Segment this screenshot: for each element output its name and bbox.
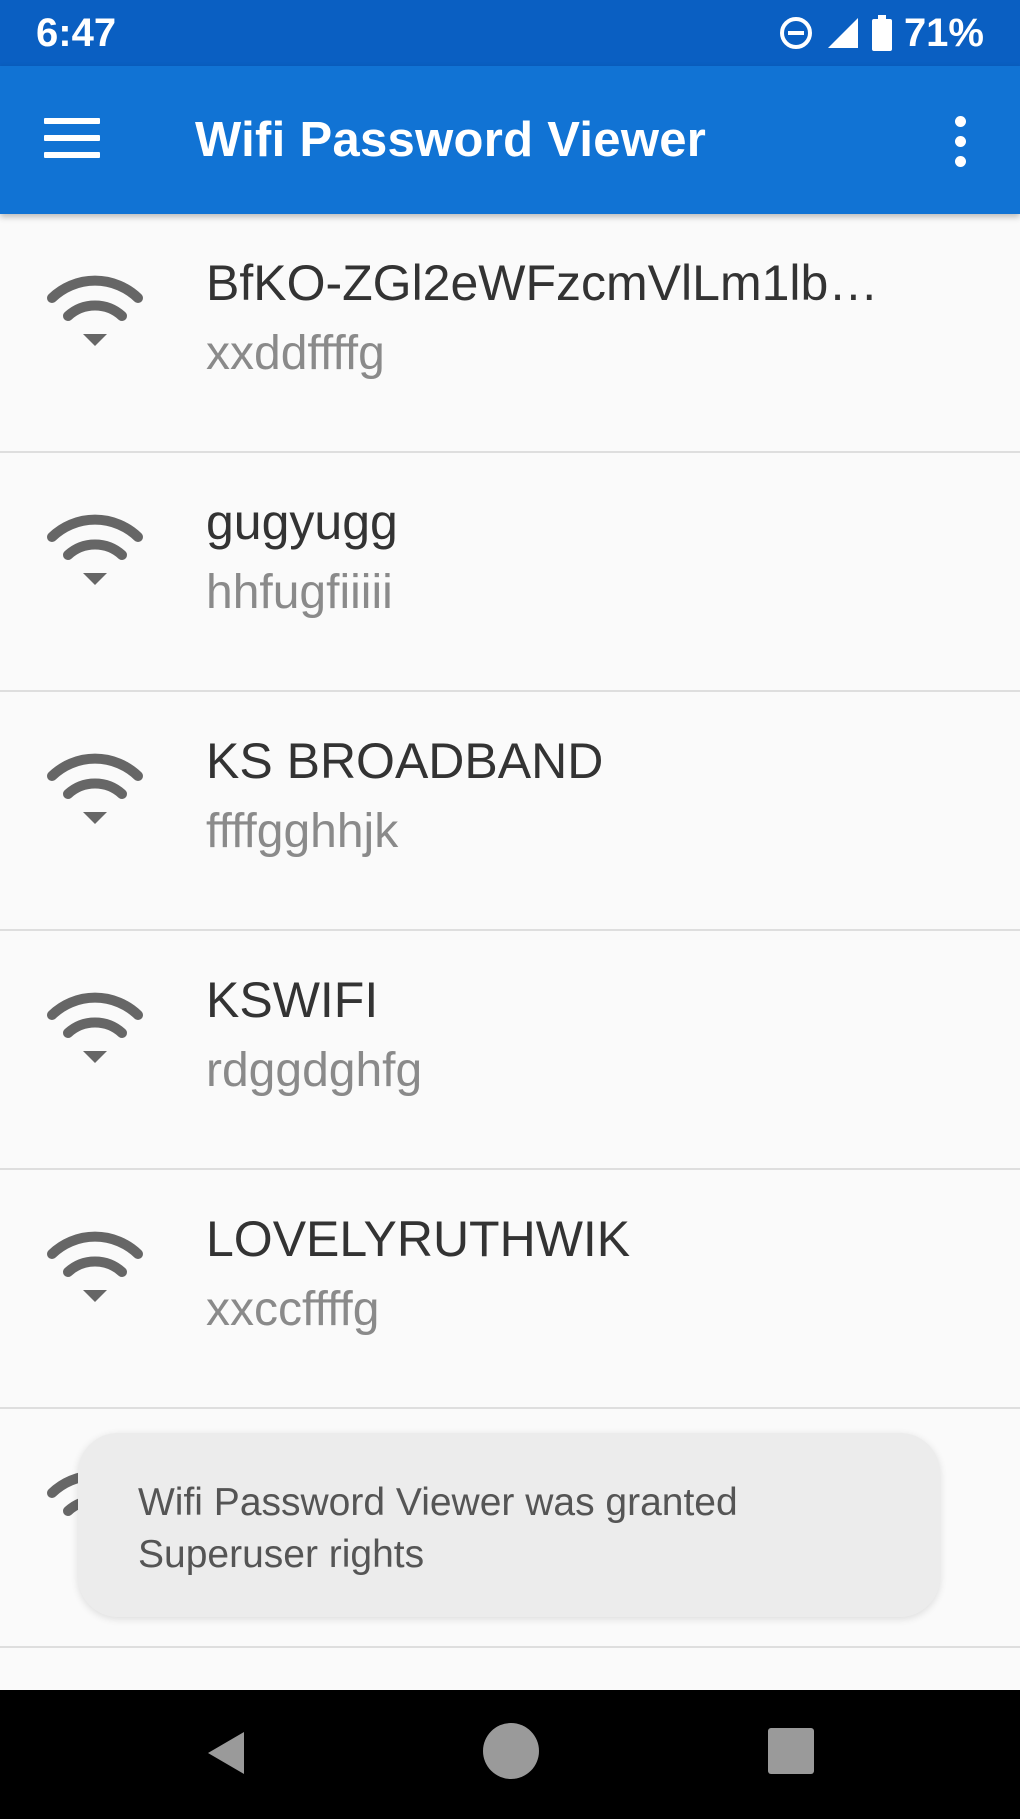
wifi-icon bbox=[47, 992, 143, 1063]
network-row[interactable]: KSWIFI rdggdghfg bbox=[0, 931, 1020, 1170]
status-bar: 6:47 71% bbox=[0, 0, 1020, 66]
back-icon[interactable] bbox=[206, 1730, 246, 1776]
network-password: ffffgghhjk bbox=[206, 805, 399, 858]
network-row[interactable]: KS BROADBAND ffffgghhjk bbox=[0, 692, 1020, 931]
wifi-icon bbox=[47, 275, 143, 346]
network-password: xxccffffg bbox=[206, 1283, 380, 1336]
dnd-icon bbox=[779, 17, 812, 49]
recents-icon[interactable] bbox=[768, 1728, 814, 1774]
network-password: rdggdghfg bbox=[206, 1044, 423, 1097]
network-ssid: KS BROADBAND bbox=[206, 733, 604, 789]
wifi-icon bbox=[47, 1231, 143, 1302]
network-ssid: KSWIFI bbox=[206, 972, 379, 1028]
battery-percent: 71% bbox=[903, 10, 984, 55]
signal-icon bbox=[827, 18, 858, 48]
more-vert-icon[interactable] bbox=[945, 116, 975, 170]
network-ssid: gugyugg bbox=[206, 494, 398, 550]
wifi-icon bbox=[47, 753, 143, 824]
app-title: Wifi Password Viewer bbox=[195, 113, 707, 167]
status-icons: 71% bbox=[778, 11, 984, 56]
home-icon[interactable] bbox=[483, 1723, 539, 1779]
network-password: xxddffffg bbox=[206, 327, 385, 380]
wifi-icon bbox=[47, 514, 143, 585]
network-ssid: LOVELYRUTHWIK bbox=[206, 1211, 631, 1267]
toast-line-1: Wifi Password Viewer was granted bbox=[138, 1481, 738, 1524]
toast-line-2: Superuser rights bbox=[138, 1533, 425, 1576]
network-row[interactable]: BfKO-ZGl2eWFzcmVlLm1lb… xxddffffg bbox=[0, 214, 1020, 453]
battery-icon bbox=[871, 15, 892, 51]
app-bar: Wifi Password Viewer bbox=[0, 66, 1020, 214]
status-time: 6:47 bbox=[36, 10, 117, 55]
superuser-toast: Wifi Password Viewer was granted Superus… bbox=[78, 1433, 940, 1617]
navigation-bar bbox=[0, 1690, 1020, 1819]
hamburger-menu-icon[interactable] bbox=[44, 118, 100, 162]
network-password: hhfugfiiiii bbox=[206, 566, 393, 619]
network-ssid: BfKO-ZGl2eWFzcmVlLm1lb… bbox=[206, 255, 879, 311]
network-row[interactable]: gugyugg hhfugfiiiii bbox=[0, 453, 1020, 692]
network-row[interactable]: LOVELYRUTHWIK xxccffffg bbox=[0, 1170, 1020, 1409]
